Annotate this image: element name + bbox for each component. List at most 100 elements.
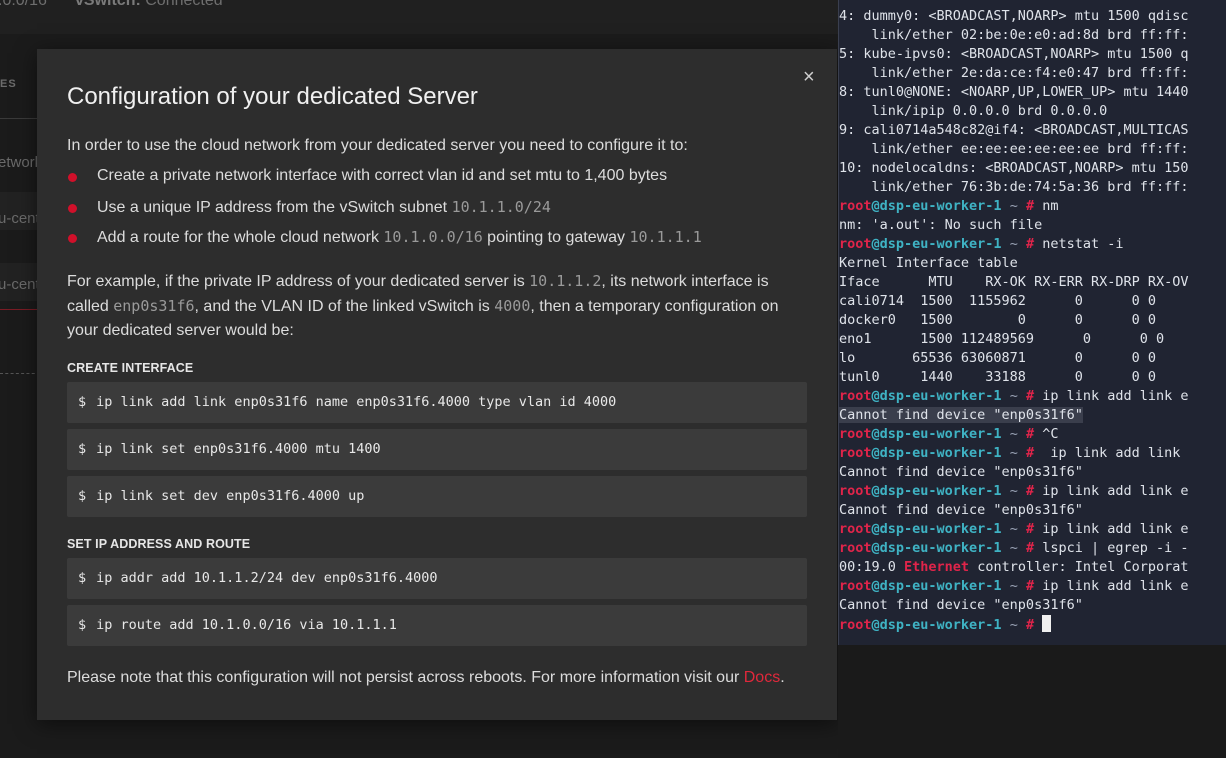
prompt-symbol: $ [78,617,87,633]
terminal-line: 00:19.0 Ethernet controller: Intel Corpo… [839,558,1189,577]
terminal-prompt-line-active[interactable]: root@dsp-eu-worker-1 ~ # [839,615,1052,634]
inline-code: 4000 [494,297,531,315]
prompt-command: ip link add link e [1042,483,1189,499]
command-block[interactable]: $ ip addr add 10.1.1.2/24 dev enp0s31f6.4… [67,558,807,599]
terminal-text: 00:19.0 [839,559,905,575]
terminal-line: Cannot find device "enp0s31f6" [839,597,1083,613]
bullet-text: pointing to gateway [482,229,630,246]
command-block[interactable]: $ ip route add 10.1.0.0/16 via 10.1.1.1 [67,605,807,646]
inline-code: 10.1.1.1 [629,228,702,246]
prompt-hash: # [1025,445,1043,461]
prompt-command: ^C [1042,426,1059,442]
prompt-host: @dsp-eu-worker-1 [871,236,1002,252]
terminal-line: link/ipip 0.0.0.0 brd 0.0.0.0 [839,103,1108,119]
bg-vswitch-status: vSwitch: Connected [75,0,223,9]
divider [0,118,40,119]
prompt-symbol: $ [78,394,87,410]
prompt-hash: # [1025,617,1043,633]
terminal-line: Kernel Interface table [839,255,1018,271]
prompt-user: root [839,578,872,594]
prompt-dir: ~ [1001,426,1026,442]
prompt-dir: ~ [1001,198,1026,214]
terminal-prompt-line: root@dsp-eu-worker-1 ~ # lspci | egrep -… [839,539,1189,558]
terminal-prompt-line: root@dsp-eu-worker-1 ~ # ip link add lin… [839,444,1180,463]
prompt-host: @dsp-eu-worker-1 [871,521,1002,537]
terminal-prompt-line: root@dsp-eu-worker-1 ~ # ip link add lin… [839,387,1189,406]
note-text: . [780,669,785,686]
command-text: ip link add link enp0s31f6 name enp0s31f… [96,394,617,410]
terminal-line: 9: cali0714a548c82@if4: <BROADCAST,MULTI… [839,122,1189,138]
modal-title: Configuration of your dedicated Server [67,83,478,110]
terminal-line: 10: nodelocaldns: <BROADCAST,NOARP> mtu … [839,160,1189,176]
prompt-hash: # [1025,578,1043,594]
terminal-line: tunl0 1440 33188 0 0 0 [839,369,1156,385]
terminal-line: 8: tunl0@NONE: <NOARP,UP,LOWER_UP> mtu 1… [839,84,1189,100]
terminal-line-selected: Cannot find device "enp0s31f6" [839,406,1083,425]
create-interface-heading: CREATE INTERFACE [67,361,194,375]
command-text: ip link set enp0s31f6.4000 mtu 1400 [96,441,381,457]
terminal-line: lo 65536 63060871 0 0 0 [839,350,1156,366]
bg-sidebar-item-cent-1[interactable]: u-cent [0,210,40,227]
bullet-icon [68,173,77,182]
close-icon[interactable]: × [803,67,815,87]
prompt-dir: ~ [1001,236,1026,252]
prompt-command: ip link add link [1042,445,1181,461]
prompt-dir: ~ [1001,540,1026,556]
prompt-host: @dsp-eu-worker-1 [871,445,1002,461]
prompt-hash: # [1025,483,1043,499]
bullet-icon [68,234,77,243]
terminal-line: Iface MTU RX-OK RX-ERR RX-DRP RX-OV [839,274,1189,290]
prompt-host: @dsp-eu-worker-1 [871,483,1002,499]
terminal-prompt-line: root@dsp-eu-worker-1 ~ # nm [839,197,1058,216]
prompt-dir: ~ [1001,388,1026,404]
terminal-window[interactable]: 4: dummy0: <BROADCAST,NOARP> mtu 1500 qd… [838,0,1226,645]
prompt-hash: # [1025,540,1043,556]
prompt-command: ip link add link e [1042,388,1189,404]
bg-red-divider [0,309,40,310]
terminal-cursor [1042,615,1052,632]
inline-code: 10.1.1.0/24 [451,197,551,216]
prompt-dir: ~ [1001,521,1026,537]
terminal-prompt-line: root@dsp-eu-worker-1 ~ # ip link add lin… [839,520,1189,539]
inline-code: enp0s31f6 [113,297,195,315]
prompt-hash: # [1025,198,1043,214]
command-block[interactable]: $ ip link add link enp0s31f6 name enp0s31… [67,382,807,423]
prompt-hash: # [1025,236,1043,252]
prompt-symbol: $ [78,570,87,586]
requirements-list: Create a private network interface with … [67,164,702,256]
prompt-command: lspci | egrep -i - [1042,540,1189,556]
prompt-user: root [839,426,872,442]
prompt-dir: ~ [1001,617,1026,633]
prompt-hash: # [1025,388,1043,404]
prompt-user: root [839,198,872,214]
prompt-user: root [839,617,872,633]
terminal-prompt-line: root@dsp-eu-worker-1 ~ # ip link add lin… [839,577,1189,596]
prompt-user: root [839,540,872,556]
list-item: Use a unique IP address from the vSwitch… [67,195,702,226]
terminal-prompt-line: root@dsp-eu-worker-1 ~ # netstat -i [839,235,1124,254]
prompt-hash: # [1025,426,1043,442]
bg-dashed-divider [0,373,40,374]
terminal-line: nm: 'a.out': No such file [839,217,1043,233]
inline-code: 10.1.1.2 [529,272,602,290]
bg-sidebar-item-cent-2[interactable]: u-cent [0,276,40,293]
prompt-dir: ~ [1001,578,1026,594]
terminal-line: docker0 1500 0 0 0 0 [839,312,1156,328]
terminal-line: 4: dummy0: <BROADCAST,NOARP> mtu 1500 qd… [839,8,1189,24]
terminal-text: controller: Intel Corporat [969,559,1189,575]
command-block[interactable]: $ ip link set dev enp0s31f6.4000 up [67,476,807,517]
prompt-command: netstat -i [1042,236,1124,252]
command-block[interactable]: $ ip link set enp0s31f6.4000 mtu 1400 [67,429,807,470]
ip-route-heading: SET IP ADDRESS AND ROUTE [67,537,251,551]
prompt-hash: # [1025,521,1043,537]
prompt-command: nm [1042,198,1059,214]
prompt-dir: ~ [1001,445,1026,461]
docs-link[interactable]: Docs [744,669,780,686]
note-text: Please note that this configuration will… [67,669,744,686]
terminal-line: cali0714 1500 1155962 0 0 0 [839,293,1156,309]
prompt-host: @dsp-eu-worker-1 [871,426,1002,442]
bg-section-label: ES [0,78,17,90]
bg-sidebar-item-network[interactable]: etwork [0,154,42,171]
example-paragraph: For example, if the private IP address o… [67,269,802,343]
terminal-line: Cannot find device "enp0s31f6" [839,464,1083,480]
